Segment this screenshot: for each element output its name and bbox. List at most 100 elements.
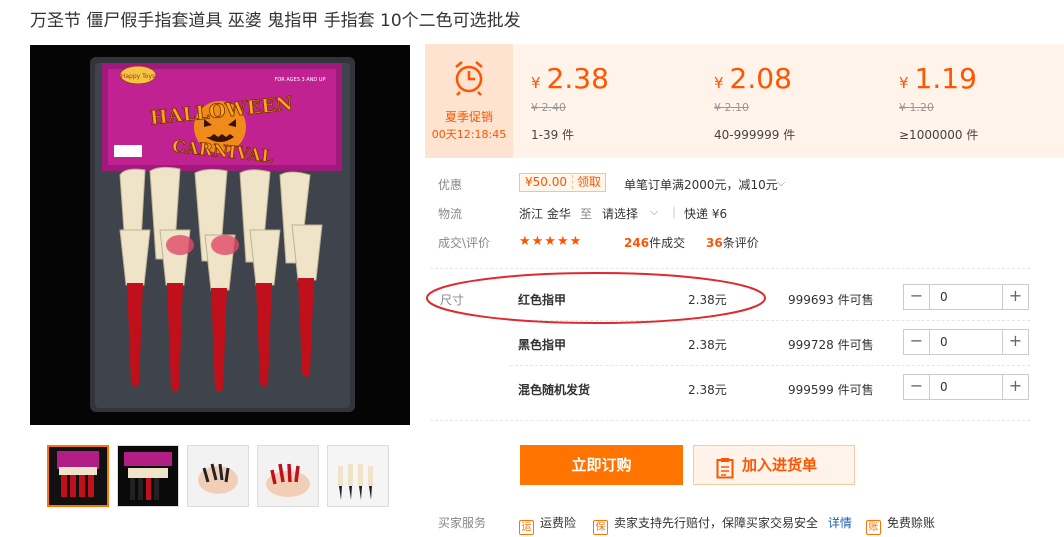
divider [430,268,1030,269]
price-value: 2.08 [729,62,792,95]
age-label: FOR AGES 3 AND UP [274,77,325,83]
currency-symbol: ¥ [531,74,541,92]
thumbnail-4[interactable] [257,445,319,507]
tier-quantity: 1-39 件 [531,128,575,142]
chevron-down-icon[interactable]: ⌵ [777,176,785,190]
sku-name: 混色随机发货 [518,383,591,397]
packaging-badge: Happy Toys [121,73,155,80]
minus-icon[interactable]: − [904,375,930,399]
sku-stock: 999728 件可售 [788,338,874,352]
thumbnail-image [188,446,248,506]
divider [430,420,1030,421]
thumbnail-3[interactable] [187,445,249,507]
sku-price: 2.38元 [688,383,727,397]
divider: | [672,205,677,219]
deals-label: 件成交 [649,236,686,250]
rating-stars: ★★★★★ [519,234,583,249]
reviews-count: 36 [706,236,723,250]
plus-icon[interactable]: + [1002,330,1028,354]
divider [510,365,1030,366]
plus-icon[interactable]: + [1002,285,1028,309]
divider [510,320,1030,321]
minus-icon[interactable]: − [904,330,930,354]
quantity-stepper[interactable]: − 0 + [903,374,1029,400]
promo-countdown: 00天12:18:45 [431,128,507,141]
coupon-tag[interactable]: ¥50.00 领取 [519,173,607,192]
tier-quantity: 40-999999 件 [714,128,796,142]
service-label: 运费险 [540,516,577,530]
currency-symbol: ¥ [899,74,909,92]
tier-quantity: ≥1000000 件 [899,128,979,142]
promo-block: 夏季促销 00天12:18:45 [425,44,513,158]
buy-now-button[interactable]: 立即订购 [520,445,683,485]
logistics-to: 至 [580,207,593,221]
reviews-label: 条评价 [722,236,759,250]
thumbnail-1[interactable] [47,445,109,507]
currency-symbol: ¥ [714,74,724,92]
alarm-clock-icon [451,58,487,99]
service-label: 卖家支持先行赔付，保障买家交易安全 [614,516,819,530]
original-price: ¥ 2.40 [531,101,566,114]
service-item-freight[interactable]: 运运费险 [519,514,576,535]
sku-stock: 999599 件可售 [788,383,874,397]
price-panel: 夏季促销 00天12:18:45 ¥2.38 ¥ 2.40 1-39 件 ¥2.… [425,44,1064,158]
shield-icon: 保 [593,520,608,535]
tier-price: ¥2.38 [531,62,609,95]
deals-count: 246 [624,236,650,250]
promo-label: 夏季促销 [444,110,493,124]
price-value: 2.38 [546,62,609,95]
sku-name: 黑色指甲 [518,338,567,352]
main-product-image[interactable]: Happy Toys FOR AGES 3 AND UP HALLOWEEN C… [30,45,410,425]
reviews-stat[interactable]: 36条评价 [706,234,759,251]
thumbnail-image [328,446,388,506]
quantity-input[interactable]: 0 [940,335,948,349]
logistics-origin: 浙江 金华 [519,207,571,221]
product-photo: Happy Toys FOR AGES 3 AND UP HALLOWEEN C… [30,45,410,425]
shipping-fee: 快递 ¥6 [684,207,728,221]
sku-price: 2.38元 [688,293,727,307]
discount-description: 单笔订单满2000元，减10元 [624,178,778,192]
sku-stock: 999693 件可售 [788,293,874,307]
coupon-amount: ¥50.00 [525,175,567,189]
deals-stat[interactable]: 246件成交 [624,234,685,251]
minus-icon[interactable]: − [904,285,930,309]
plus-icon[interactable]: + [1002,375,1028,399]
service-item-credit[interactable]: 账免费赊账 [866,514,935,535]
quantity-stepper[interactable]: − 0 + [903,284,1029,310]
thumbnail-image [258,446,318,506]
logistics-key: 物流 [438,207,463,221]
details-link[interactable]: 详情 [828,516,852,530]
original-price: ¥ 2.10 [714,101,749,114]
price-tier-3: ¥1.19 ¥ 1.20 ≥1000000 件 [899,44,1064,158]
quantity-input[interactable]: 0 [940,380,948,394]
thumbnail-image [49,447,107,505]
quantity-stepper[interactable]: − 0 + [903,329,1029,355]
discount-key: 优惠 [438,178,463,192]
destination-select[interactable]: 请选择 [602,205,638,222]
clipboard-icon [716,455,734,493]
sku-size-label: 尺寸 [440,293,465,307]
price-tier-2: ¥2.08 ¥ 2.10 40-999999 件 [714,44,894,158]
sku-price: 2.38元 [688,338,727,352]
receipt-icon: 账 [866,520,881,535]
quantity-input[interactable]: 0 [940,290,948,304]
add-to-cart-label: 加入进货单 [742,456,818,474]
thumbnail-2[interactable] [117,445,179,507]
add-to-cart-button[interactable]: 加入进货单 [693,445,855,485]
tier-price: ¥2.08 [714,62,792,95]
tier-price: ¥1.19 [899,62,977,95]
services-key: 买家服务 [438,516,487,530]
chevron-down-icon[interactable]: ⌵ [650,205,658,219]
freight-insurance-icon: 运 [519,520,534,535]
reviews-key: 成交\评价 [438,236,491,250]
product-title: 万圣节 僵尸假手指套道具 巫婆 鬼指甲 手指套 10个二色可选批发 [30,11,521,31]
service-item-guarantee[interactable]: 保卖家支持先行赔付，保障买家交易安全 详情 [593,514,852,535]
thumbnail-5[interactable] [327,445,389,507]
original-price: ¥ 1.20 [899,101,934,114]
sku-name: 红色指甲 [518,293,567,307]
price-tier-1: ¥2.38 ¥ 2.40 1-39 件 [531,44,711,158]
price-value: 1.19 [914,62,977,95]
service-label: 免费赊账 [887,516,936,530]
thumbnail-image [118,446,178,506]
coupon-claim-button[interactable]: 领取 [572,175,606,189]
